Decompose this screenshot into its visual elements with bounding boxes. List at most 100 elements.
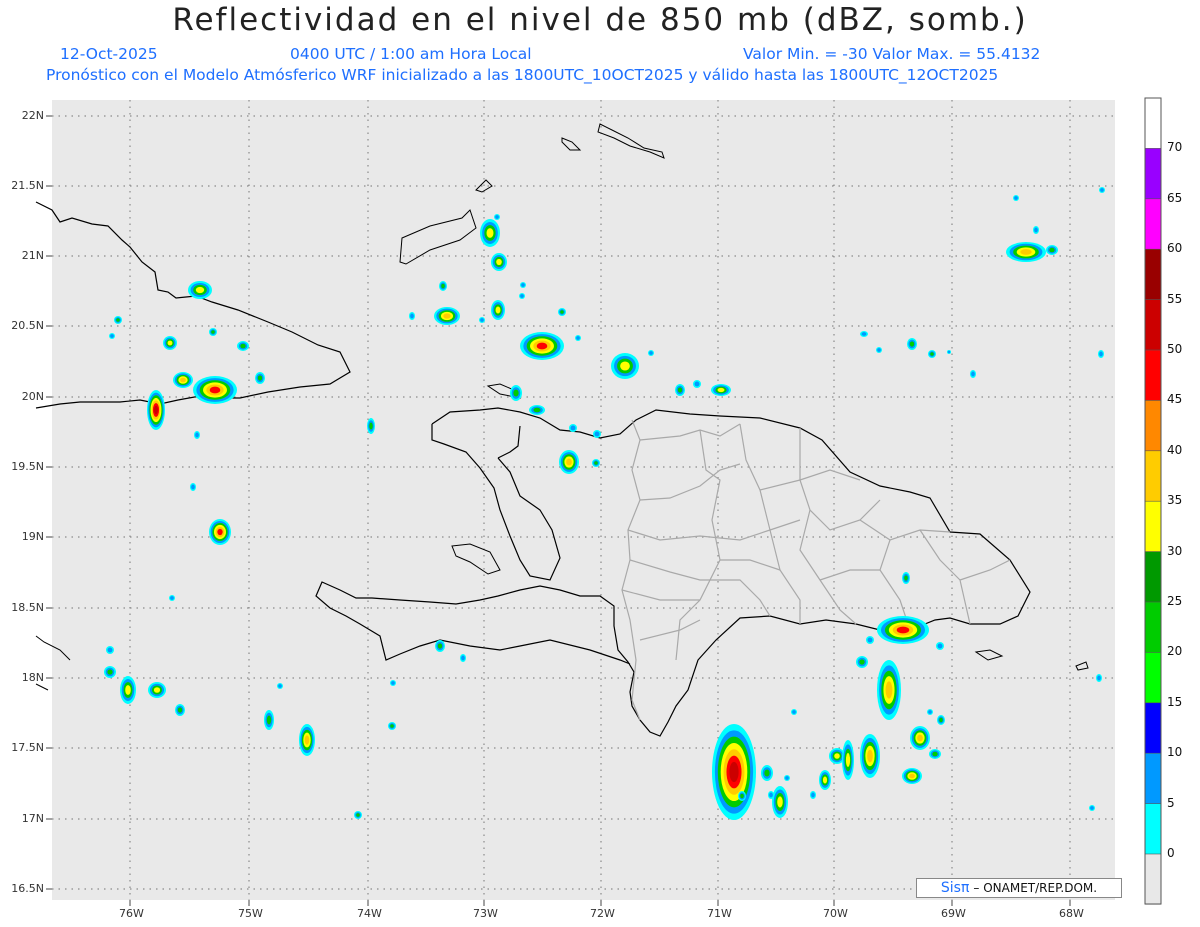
storm-cell — [611, 353, 639, 379]
lat-tick-label: 18N — [21, 671, 44, 684]
colorbar — [1145, 98, 1161, 905]
storm-cell — [569, 424, 577, 432]
brand-logo: Sisπ — [940, 880, 970, 896]
storm-cell — [592, 459, 600, 467]
storm-cell — [876, 347, 882, 353]
storm-cell — [188, 281, 212, 299]
lat-tick-label: 20.5N — [11, 319, 44, 332]
colorbar-tick-label: 5 — [1167, 795, 1175, 810]
colorbar-tick-label: 10 — [1167, 745, 1183, 760]
storm-cell — [860, 331, 868, 337]
storm-cell — [860, 734, 880, 778]
storm-cell — [1098, 350, 1104, 358]
lon-tick-label: 68W — [1059, 907, 1084, 920]
storm-cell — [791, 709, 797, 715]
storm-cell — [970, 370, 976, 378]
storm-cell — [559, 450, 579, 474]
colorbar-segment — [1145, 350, 1161, 401]
storm-cell — [819, 770, 831, 790]
storm-cell — [558, 308, 566, 316]
storm-cell — [120, 676, 136, 704]
storm-cell — [1046, 245, 1058, 255]
map-background — [52, 100, 1115, 900]
storm-cell — [114, 316, 122, 324]
storm-cell — [947, 350, 951, 354]
storm-cell — [439, 281, 447, 291]
storm-cell — [937, 715, 945, 725]
colorbar-segment — [1145, 551, 1161, 603]
storm-cell — [593, 430, 601, 438]
colorbar-segment — [1145, 803, 1161, 855]
colorbar-segment — [1145, 299, 1161, 351]
storm-cell — [877, 616, 929, 644]
lat-tick-label: 21.5N — [11, 179, 44, 192]
storm-cell — [877, 660, 901, 720]
storm-cell — [519, 293, 525, 299]
colorbar-tick-label: 20 — [1167, 644, 1183, 659]
credit-text: – ONAMET/REP.DOM. — [973, 881, 1098, 895]
storm-cell — [109, 333, 115, 339]
colorbar-tick-label: 25 — [1167, 594, 1183, 608]
storm-cell — [784, 775, 790, 781]
storm-cell — [494, 214, 500, 220]
colorbar-tick-label: 65 — [1167, 190, 1183, 205]
lon-tick-label: 76W — [119, 907, 144, 920]
storm-cell — [147, 390, 165, 430]
storm-cell — [209, 328, 217, 336]
storm-cell — [460, 654, 466, 662]
storm-cell — [866, 636, 874, 644]
lat-tick-label: 18.5N — [11, 601, 44, 614]
storm-cell — [367, 418, 375, 434]
colorbar-tick-label: 70 — [1167, 140, 1183, 155]
storm-cell — [194, 431, 200, 439]
storm-cell — [148, 682, 166, 698]
lat-tick-label: 22N — [21, 109, 44, 122]
storm-cell — [648, 350, 654, 356]
storm-cell — [712, 724, 756, 820]
storm-cell — [510, 385, 522, 401]
storm-cell — [255, 372, 265, 384]
storm-cell — [1033, 226, 1039, 234]
colorbar-tick-label: 40 — [1167, 442, 1183, 457]
storm-cell — [409, 312, 415, 320]
storm-cell — [173, 372, 193, 388]
lon-tick-label: 71W — [707, 907, 732, 920]
storm-cell — [193, 376, 237, 404]
colorbar-tick-label: 15 — [1167, 694, 1183, 709]
storm-cell — [761, 765, 773, 781]
storm-cell — [354, 811, 362, 819]
colorbar-segment — [1145, 148, 1161, 200]
storm-cell — [520, 332, 564, 360]
storm-cell — [907, 338, 917, 350]
storm-cell — [435, 640, 445, 652]
lat-tick-label: 16.5N — [11, 882, 44, 895]
storm-cell — [711, 384, 731, 396]
colorbar-segment — [1145, 602, 1161, 653]
colorbar-segment — [1145, 400, 1161, 452]
storm-cell — [479, 317, 485, 323]
lon-tick-label: 70W — [823, 907, 848, 920]
colorbar-segment — [1145, 450, 1161, 502]
lon-tick-label: 72W — [590, 907, 615, 920]
storm-cell — [277, 683, 283, 689]
lat-tick-label: 21N — [21, 249, 44, 262]
storm-cell — [927, 709, 933, 715]
storm-cell — [388, 722, 396, 730]
storm-cell — [169, 595, 175, 601]
storm-cell — [390, 680, 396, 686]
storm-cell — [299, 724, 315, 756]
storm-cell — [163, 336, 177, 350]
colorbar-segment — [1145, 249, 1161, 301]
colorbar-segment — [1145, 753, 1161, 805]
storm-cell — [842, 740, 854, 780]
storm-cell — [1006, 242, 1046, 262]
lon-tick-label: 75W — [238, 907, 263, 920]
colorbar-tick-label: 0 — [1167, 846, 1175, 860]
storm-cell — [491, 253, 507, 271]
storm-cell — [772, 786, 788, 818]
colorbar-segment — [1145, 702, 1161, 754]
storm-cell — [190, 483, 196, 491]
storm-cell — [1013, 195, 1019, 201]
colorbar-tick-label: 35 — [1167, 493, 1183, 508]
storm-cell — [675, 384, 685, 396]
